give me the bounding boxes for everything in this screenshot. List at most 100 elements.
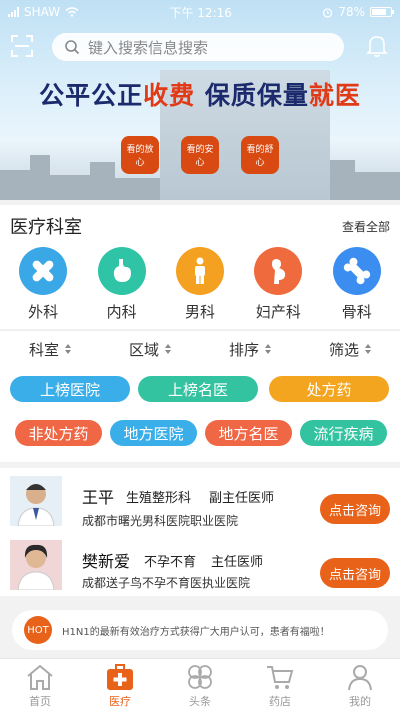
search-input[interactable]: 键入搜索信息搜索 (52, 33, 344, 61)
filter-label: 区域 (128, 340, 159, 359)
department-item-andrology[interactable]: 男科 (165, 247, 235, 322)
tab-label: 医疗 (109, 694, 131, 708)
search-placeholder: 键入搜索信息搜索 (88, 38, 209, 57)
scan-icon[interactable] (10, 34, 34, 58)
medical-kit-icon (107, 663, 133, 690)
category-pill[interactable]: 上榜名医 (138, 376, 258, 402)
section-title: 医疗科室 (10, 217, 82, 238)
slogan-part: 公平公正 (39, 81, 144, 110)
doctor-avatar (10, 476, 62, 526)
home-icon (27, 664, 53, 690)
battery-percent: 78% (338, 5, 365, 19)
department-item-orthopedics[interactable]: 骨科 (322, 247, 392, 322)
skyline-building (355, 172, 400, 200)
banner-slogan: 公平公正收费 保质保量就医 (0, 76, 400, 112)
status-bar: SHAW 下午 12:16 78% (0, 0, 400, 24)
category-pill[interactable]: 处方药 (269, 376, 389, 402)
doctor-card[interactable]: 樊新爱 不孕不育 主任医师 成都送子鸟不孕不育医执业医院 点击咨询 (0, 538, 400, 600)
hot-news-text: H1N1的最新有效治疗方式获得广大用户认可，患者有福啦！ (62, 626, 330, 638)
filter-screen[interactable]: 筛选 (300, 331, 400, 367)
doctor-avatar (10, 540, 62, 590)
bell-icon[interactable] (366, 34, 388, 58)
category-pill[interactable]: 地方医院 (110, 420, 197, 446)
filter-label: 排序 (228, 340, 259, 359)
sort-arrows-icon (165, 344, 171, 354)
category-section: 上榜医院 上榜名医 处方药 非处方药 地方医院 地方名医 流行疾病 (0, 366, 400, 462)
male-figure-icon (175, 247, 224, 295)
tab-label: 首页 (29, 694, 51, 708)
hot-badge: HOT (24, 616, 52, 644)
skyline-building (50, 175, 90, 200)
status-time: 下午 12:16 (169, 5, 232, 20)
cart-icon (267, 665, 294, 689)
sort-arrows-icon (365, 344, 371, 354)
doctor-list: 王平 生殖整形科 副主任医师 成都市曙光男科医院职业医院 点击咨询 樊新爱 不孕… (0, 468, 400, 596)
view-all-link[interactable]: 查看全部 (342, 218, 390, 235)
slogan-part-highlight: 就医 (308, 81, 361, 110)
doctor-card[interactable]: 王平 生殖整形科 副主任医师 成都市曙光男科医院职业医院 点击咨询 (0, 474, 400, 536)
doctor-department: 不孕不育 (144, 555, 197, 570)
tab-home[interactable]: 首页 (0, 659, 80, 712)
stomach-icon (97, 247, 146, 295)
search-icon (65, 40, 80, 55)
filter-region[interactable]: 区域 (100, 331, 200, 367)
banner-tags: 看的放心 看的安心 看的舒心 (0, 136, 400, 174)
slogan-part-highlight: 收费 (143, 81, 196, 110)
pregnant-woman-icon (254, 247, 303, 295)
sort-arrows-icon (65, 344, 71, 354)
department-label: 内科 (106, 303, 137, 321)
alarm-icon (323, 7, 333, 18)
filter-bar: 科室 区域 排序 筛选 (0, 330, 400, 367)
banner-tag: 看的放心 (121, 136, 159, 174)
doctor-hospital: 成都送子鸟不孕不育医执业医院 (82, 576, 251, 590)
doctor-rank: 主任医师 (211, 555, 264, 570)
tab-medical[interactable]: 医疗 (80, 659, 160, 712)
banner-tag: 看的安心 (181, 136, 219, 174)
bottom-tab-bar: 首页 医疗 头条 药店 我的 (0, 658, 400, 712)
consult-button[interactable]: 点击咨询 (320, 494, 390, 524)
slogan-part: 保质保量 (195, 81, 309, 110)
department-label: 妇产科 (255, 303, 301, 321)
department-item-internal[interactable]: 内科 (87, 247, 157, 322)
clover-icon (188, 664, 212, 689)
category-pill[interactable]: 地方名医 (205, 420, 292, 446)
department-label: 男科 (184, 303, 215, 321)
battery-icon (369, 7, 394, 17)
carrier-name: SHAW (24, 5, 61, 19)
top-banner[interactable]: 公平公正收费 保质保量就医 看的放心 看的安心 看的舒心 (0, 0, 400, 200)
department-item-surgery[interactable]: 外科 (8, 247, 78, 322)
department-label: 骨科 (341, 303, 372, 321)
filter-label: 科室 (28, 340, 59, 359)
hot-news-bar[interactable]: HOT H1N1的最新有效治疗方式获得广大用户认可，患者有福啦！ (12, 610, 388, 650)
tab-headlines[interactable]: 头条 (160, 659, 240, 712)
department-item-obstetrics[interactable]: 妇产科 (243, 247, 313, 322)
signal-icon (8, 7, 19, 17)
user-icon (348, 664, 372, 690)
banner-tag: 看的舒心 (241, 136, 279, 174)
sort-arrows-icon (265, 344, 271, 354)
filter-label: 筛选 (328, 340, 359, 359)
department-label: 外科 (28, 303, 59, 321)
skyline-building (0, 170, 30, 200)
category-pill[interactable]: 上榜医院 (10, 376, 130, 402)
doctor-hospital: 成都市曙光男科医院职业医院 (82, 514, 239, 528)
category-pill[interactable]: 非处方药 (15, 420, 102, 446)
department-section: 医疗科室 查看全部 外科 内科 男科 妇产科 骨科 (0, 205, 400, 329)
doctor-department: 生殖整形科 (126, 491, 192, 506)
doctor-rank: 副主任医师 (209, 491, 275, 506)
tab-label: 我的 (349, 694, 371, 708)
skyline-building (115, 178, 160, 200)
filter-department[interactable]: 科室 (0, 331, 100, 367)
doctor-name: 王平 (82, 488, 115, 507)
tab-pharmacy[interactable]: 药店 (240, 659, 320, 712)
category-pill[interactable]: 流行疾病 (300, 420, 387, 446)
tab-label: 头条 (189, 694, 211, 708)
filter-sort[interactable]: 排序 (200, 331, 300, 367)
tab-label: 药店 (269, 694, 291, 708)
bandage-icon (19, 247, 68, 295)
doctor-name: 樊新爱 (82, 552, 131, 571)
consult-button[interactable]: 点击咨询 (320, 558, 390, 588)
bone-icon (332, 247, 381, 295)
wifi-icon (65, 7, 79, 17)
tab-mine[interactable]: 我的 (320, 659, 400, 712)
